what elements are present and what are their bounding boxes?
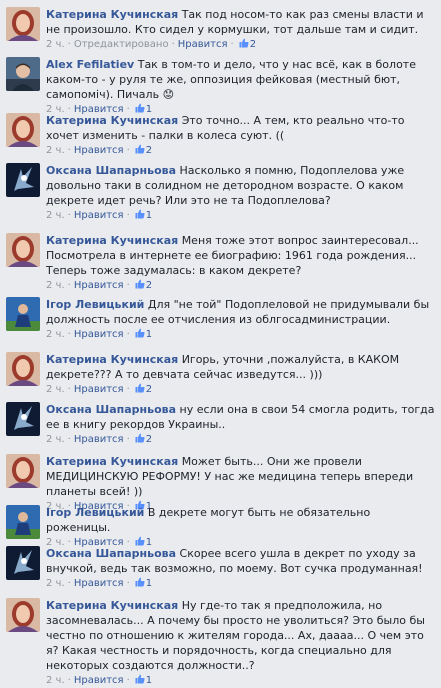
like-count[interactable]: 1 [146,329,152,340]
comment-timestamp[interactable]: 2 ч. [46,329,65,340]
avatar-oksana [6,546,40,580]
comment-timestamp[interactable]: 2 ч. [46,384,65,395]
like-count[interactable]: 2 [146,145,152,156]
comment-author[interactable]: Катерина Кучинская [46,8,178,21]
avatar-kateryna [6,233,40,267]
comment-thread: Катерина Кучинская Так под носом-то как … [0,0,441,686]
avatar[interactable] [6,113,40,147]
avatar-igor [6,297,40,331]
like-button[interactable]: Нравится [74,434,124,445]
avatar[interactable] [6,233,40,267]
edited-label[interactable]: Отредактировано [74,39,169,50]
comment-author[interactable]: Ігор Левицький [46,298,144,311]
avatar[interactable] [6,163,40,197]
avatar-kateryna [6,113,40,147]
comment-author[interactable]: Оксана Шапарньова [46,164,176,177]
avatar[interactable] [6,402,40,436]
avatar[interactable] [6,598,40,632]
avatar[interactable] [6,505,40,539]
avatar-igor [6,505,40,539]
comment-author[interactable]: Катерина Кучинская [46,114,178,127]
avatar[interactable] [6,57,40,91]
like-button[interactable]: Нравится [74,329,124,340]
like-button[interactable]: Нравится [74,578,124,589]
thumbs-up-icon [135,103,145,113]
like-button[interactable]: Нравится [74,384,124,395]
comment-author[interactable]: Катерина Кучинская [46,599,178,612]
avatar[interactable] [6,352,40,386]
like-button[interactable]: Нравится [178,39,228,50]
comment-author[interactable]: Alex Fefilatiev [46,58,134,71]
comment-timestamp[interactable]: 2 ч. [46,434,65,445]
thumbs-up-icon [135,383,145,393]
comment-author[interactable]: Катерина Кучинская [46,353,178,366]
avatar[interactable] [6,7,40,41]
comment-timestamp[interactable]: 2 ч. [46,39,65,50]
thumbs-up-icon [135,433,145,443]
like-count[interactable]: 2 [146,280,152,291]
avatar-kateryna [6,352,40,386]
avatar[interactable] [6,297,40,331]
comment-timestamp[interactable]: 2 ч. [46,578,65,589]
thumbs-up-icon [135,279,145,289]
avatar-oksana [6,163,40,197]
comment-author[interactable]: Катерина Кучинская [46,455,178,468]
like-count[interactable]: 2 [146,384,152,395]
thumbs-up-icon [135,209,145,219]
comment-timestamp[interactable]: 2 ч. [46,145,65,156]
avatar-kateryna [6,454,40,488]
thumbs-up-icon [135,674,145,684]
comment-author[interactable]: Ігор Левицький [46,506,144,519]
comment-author[interactable]: Оксана Шапарньова [46,547,176,560]
like-count[interactable]: 2 [146,434,152,445]
like-button[interactable]: Нравится [74,145,124,156]
comment-author[interactable]: Оксана Шапарньова [46,403,176,416]
thumbs-up-icon [135,328,145,338]
thumbs-up-icon [135,577,145,587]
avatar-alex [6,57,40,91]
avatar-kateryna [6,7,40,41]
avatar[interactable] [6,454,40,488]
like-button[interactable]: Нравится [74,280,124,291]
avatar[interactable] [6,546,40,580]
thumbs-up-icon [239,38,249,48]
like-count[interactable]: 1 [146,578,152,589]
comment-author[interactable]: Катерина Кучинская [46,234,178,247]
like-count[interactable]: 1 [146,210,152,221]
comment-timestamp[interactable]: 2 ч. [46,210,65,221]
avatar-kateryna [6,598,40,632]
comment-timestamp[interactable]: 2 ч. [46,280,65,291]
thumbs-up-icon [135,144,145,154]
sad-emoji-icon: 😟 [162,88,175,101]
thumbs-up-icon [135,536,145,546]
avatar-oksana [6,402,40,436]
like-button[interactable]: Нравится [74,210,124,221]
like-count[interactable]: 2 [250,39,256,50]
